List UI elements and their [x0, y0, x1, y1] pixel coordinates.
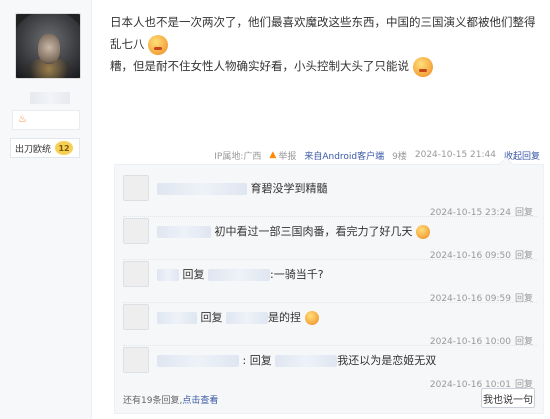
emoji-icon: [412, 56, 433, 77]
reply-avatar[interactable]: [123, 347, 149, 373]
level-badge-icon: 12: [55, 141, 74, 155]
reply-username[interactable]: [157, 183, 247, 195]
ip-location: IP属地:广西: [214, 151, 262, 162]
reply-item: 育碧没学到精髓 2024-10-15 23:24 回复: [123, 175, 537, 218]
reply-text: :一骑当千?: [270, 268, 324, 281]
client-link[interactable]: 来自Android客户端: [304, 149, 384, 162]
fan-level-box: ♨: [12, 110, 80, 130]
reply-target-username[interactable]: [226, 312, 268, 324]
reply-avatar[interactable]: [123, 175, 149, 201]
reply-list: 育碧没学到精髓 2024-10-15 23:24 回复 初中看过一部三国肉番，看完…: [114, 156, 544, 414]
report-link[interactable]: ▲ 举报: [269, 149, 296, 162]
reply-avatar[interactable]: [123, 304, 149, 330]
reply-item: 回复 :一骑当千? 2024-10-16 09:59 回复: [123, 261, 537, 304]
more-replies: 还有19条回复,点击查看: [123, 396, 219, 406]
emoji-icon: [304, 311, 319, 325]
reply-item: 回复 是的捏 2024-10-16 10:00 回复: [123, 304, 537, 347]
reply-text: 初中看过一部三国肉番，看完力了好几天: [214, 225, 413, 238]
post-line-1: 日本人也不是一次两次了，他们最喜欢魔改这些东西，中国的三国演义都被他们整得乱七八: [110, 11, 540, 55]
reply-item: 初中看过一部三国肉番，看完力了好几天 2024-10-16 09:50 回复: [123, 218, 537, 261]
reply-username[interactable]: [157, 312, 197, 324]
reply-username[interactable]: [157, 355, 239, 367]
reply-avatar[interactable]: [123, 218, 149, 244]
reply-username[interactable]: [157, 269, 179, 281]
forum-badge[interactable]: 出刀欧统 12: [10, 138, 80, 158]
post-line-2: 糟，但是耐不住女性人物确实好看，小头控制大头了只能说: [110, 55, 540, 77]
view-more-link[interactable]: 点击查看: [182, 396, 218, 406]
user-avatar[interactable]: [15, 13, 81, 79]
reply-username[interactable]: [157, 226, 211, 238]
user-column: ♨ 出刀欧统 12: [0, 0, 92, 419]
reply-text: 育碧没学到精髓: [250, 182, 328, 195]
emoji-icon: [416, 225, 430, 239]
warning-icon: ▲: [269, 150, 277, 160]
username-blurred[interactable]: [30, 92, 70, 104]
badge-text: 出刀欧统: [15, 144, 52, 155]
floor-number: 9楼: [392, 151, 407, 162]
reply-target-username[interactable]: [275, 355, 338, 367]
reply-target-username[interactable]: [208, 269, 270, 281]
reply-item: : 回复 我还以为是恋姬无双 2024-10-16 10:01 回复: [123, 347, 537, 390]
emoji-icon: [148, 34, 169, 55]
post-content: 日本人也不是一次两次了，他们最喜欢魔改这些东西，中国的三国演义都被他们整得乱七八…: [110, 11, 540, 77]
reply-text: 我还以为是恋姬无双: [337, 354, 437, 367]
reply-avatar[interactable]: [123, 261, 149, 287]
post-meta: IP属地:广西 ▲ 举报 来自Android客户端 9楼 2024-10-15 2…: [200, 148, 540, 162]
reply-text: 是的捏: [268, 311, 301, 324]
say-something-button[interactable]: 我也说一句: [481, 388, 535, 408]
post-time: 2024-10-15 21:44: [414, 150, 496, 160]
flame-icon: ♨: [18, 114, 27, 125]
